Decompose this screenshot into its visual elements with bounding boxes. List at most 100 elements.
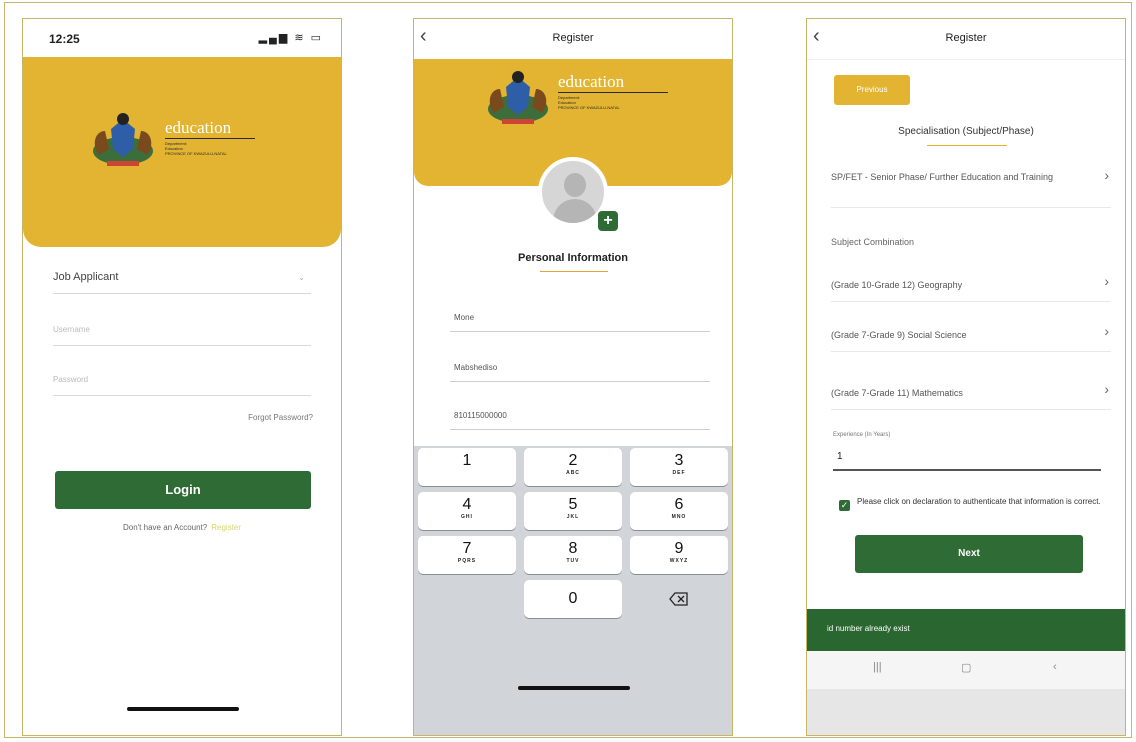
status-time: 12:25 [49, 32, 80, 46]
bottom-area [807, 689, 1125, 735]
last-name-field[interactable]: Mabshediso [450, 351, 710, 382]
id-number-field[interactable]: 810115000000 [450, 399, 710, 430]
logo-line: PROVINCE OF KWAZULU-NATAL [165, 151, 227, 156]
numeric-keypad: 1 2 ABC 3 DEF 4 GHI 5 JKL 6 MNO 7 PQRS 8 TUV 9W… [414, 446, 732, 735]
subject-label: (Grade 7-Grade 9) Social Science [831, 330, 967, 340]
back-icon[interactable]: ‹ [1053, 661, 1057, 673]
page-title: Register [945, 32, 987, 44]
first-name-value: Mone [454, 313, 475, 322]
password-input[interactable]: Password [53, 361, 311, 396]
forgot-password-link[interactable]: Forgot Password? [248, 413, 313, 422]
key-digit: 5 [568, 496, 578, 513]
phase-select[interactable]: SP/FET - Senior Phase/ Further Education… [831, 161, 1111, 208]
backspace-icon [669, 592, 688, 606]
key-digit: 6 [674, 496, 684, 513]
first-name-field[interactable]: Mone [450, 301, 710, 332]
avatar-body [553, 199, 597, 223]
login-screen: 12:25 ▂▄▆ ≋ ▭ education Department: Educ… [22, 18, 342, 736]
no-account-text: Don't have an Account? [122, 523, 208, 532]
key-letters: JKL [566, 514, 580, 520]
key-digit: 2 [568, 452, 578, 469]
username-placeholder: Username [53, 325, 90, 334]
key-digit: 4 [462, 496, 472, 513]
key-4[interactable]: 4 GHI [418, 492, 516, 530]
page-title: Register [552, 32, 594, 44]
status-bar: 12:25 ▂▄▆ ≋ ▭ [23, 19, 341, 57]
title-underline [927, 145, 1007, 146]
error-message: id number already exist [827, 624, 910, 633]
subject-item[interactable]: (Grade 10-Grade 12) Geography › [831, 271, 1111, 302]
password-placeholder: Password [53, 375, 89, 384]
logo-word: education [165, 118, 232, 137]
system-nav-bar: ||| ▢ ‹ [807, 651, 1125, 689]
key-digit: 1 [462, 452, 472, 469]
key-letters: PQRS [457, 558, 477, 564]
next-button[interactable]: Next [855, 535, 1083, 573]
key-letters: DEF [672, 470, 686, 476]
header-banner: education Department: Education PROVINCE… [23, 57, 341, 247]
coat-of-arms-icon [488, 71, 548, 124]
recents-icon[interactable]: ||| [873, 661, 882, 673]
username-input[interactable]: Username [53, 311, 311, 346]
experience-input[interactable]: 1 [833, 447, 1101, 471]
key-digit: 7 [462, 540, 472, 557]
last-name-value: Mabshediso [454, 363, 498, 372]
register-specialisation-screen: ‹ Register Previous Specialisation (Subj… [806, 18, 1126, 736]
key-6[interactable]: 6 MNO [630, 492, 728, 530]
no-account-row: Don't have an Account? Register [23, 523, 341, 532]
chevron-right-icon: › [1104, 323, 1109, 339]
register-link[interactable]: Register [211, 523, 241, 532]
key-5[interactable]: 5 JKL [524, 492, 622, 530]
declaration-checkbox[interactable]: ✓ [839, 500, 850, 511]
key-digit: 9 [674, 540, 684, 557]
section-title: Specialisation (Subject/Phase) [898, 126, 1034, 137]
home-indicator [518, 686, 630, 690]
backspace-key[interactable] [630, 580, 728, 618]
key-letters: MNO [671, 514, 687, 520]
subject-label: (Grade 7-Grade 11) Mathematics [831, 388, 963, 398]
avatar-head [564, 173, 586, 197]
add-photo-icon[interactable]: + [598, 211, 618, 231]
declaration-text: Please click on declaration to authentic… [857, 497, 1101, 506]
subject-item[interactable]: (Grade 7-Grade 11) Mathematics › [831, 379, 1111, 410]
key-2[interactable]: 2 ABC [524, 448, 622, 486]
role-select[interactable]: Job Applicant ⌄ [53, 259, 311, 294]
app-bar: ‹ Register [414, 19, 732, 60]
key-3[interactable]: 3 DEF [630, 448, 728, 486]
subject-item[interactable]: (Grade 7-Grade 9) Social Science › [831, 321, 1111, 352]
chevron-right-icon: › [1104, 167, 1109, 183]
key-digit: 3 [674, 452, 684, 469]
key-letters: TUV [566, 558, 580, 564]
app-bar: ‹ Register [807, 19, 1125, 60]
subject-combination-heading: Subject Combination [831, 237, 915, 247]
key-9[interactable]: 9 WXYZ [630, 536, 728, 574]
login-button[interactable]: Login [55, 471, 311, 509]
error-snackbar: id number already exist [807, 609, 1125, 651]
coat-of-arms-icon [93, 113, 153, 166]
key-digit: 8 [568, 540, 578, 557]
register-personal-screen: ‹ Register education Department: Educati… [413, 18, 733, 736]
experience-label: Experience (In Years) [833, 432, 891, 438]
key-letters: GHI [461, 514, 473, 520]
subject-label: (Grade 10-Grade 12) Geography [831, 280, 963, 290]
key-letters: ABC [566, 470, 580, 476]
logo-line: PROVINCE OF KWAZULU-NATAL [558, 105, 620, 110]
key-7[interactable]: 7 PQRS [418, 536, 516, 574]
experience-value: 1 [837, 451, 843, 462]
status-icons: ▂▄▆ ≋ ▭ [258, 32, 323, 44]
phase-value: SP/FET - Senior Phase/ Further Education… [831, 172, 1053, 182]
key-0[interactable]: 0 [524, 580, 622, 618]
logo-word: education [558, 72, 625, 91]
key-8[interactable]: 8 TUV [524, 536, 622, 574]
id-number-value: 810115000000 [454, 411, 507, 420]
chevron-right-icon: › [1104, 273, 1109, 289]
logo-wordmark: education Department: Education PROVINCE… [165, 119, 255, 156]
key-1[interactable]: 1 [418, 448, 516, 486]
home-icon[interactable]: ▢ [961, 661, 971, 674]
section-title: Personal Information [517, 252, 629, 264]
chevron-right-icon: › [1104, 381, 1109, 397]
role-value: Job Applicant [53, 271, 119, 283]
title-underline [540, 271, 608, 272]
logo-wordmark: education Department: Education PROVINCE… [558, 73, 668, 110]
previous-button[interactable]: Previous [834, 75, 910, 105]
